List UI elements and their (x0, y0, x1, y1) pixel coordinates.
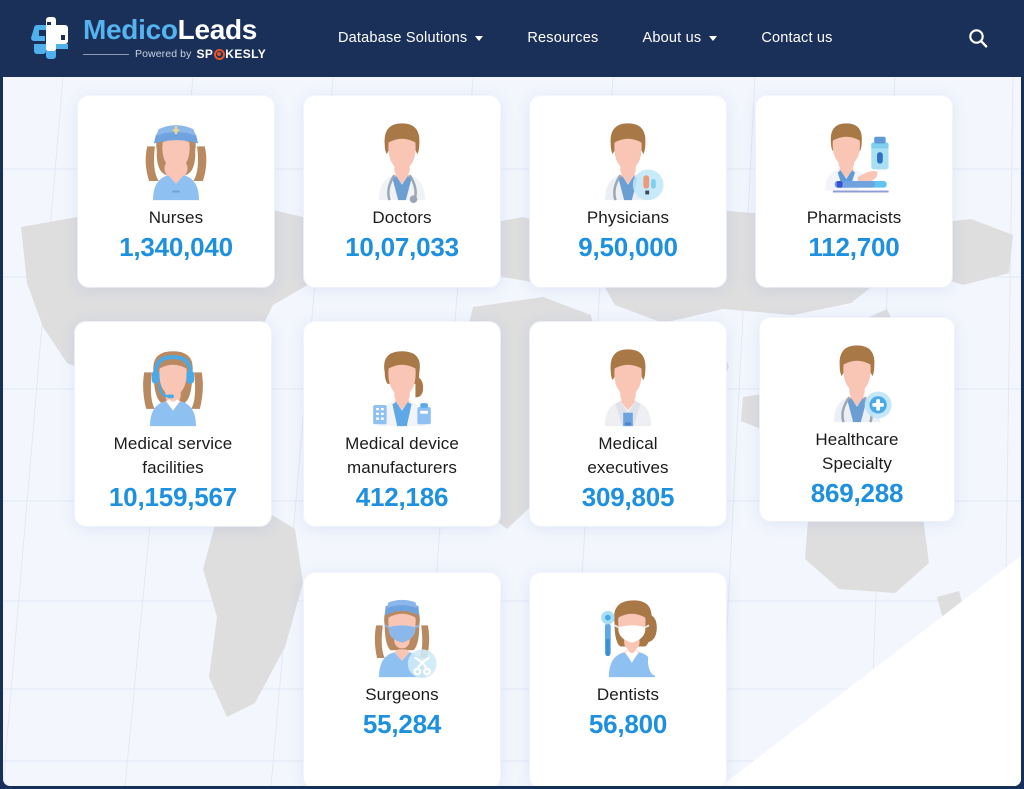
stat-card-value: 1,340,040 (119, 232, 233, 263)
logo-word-primary: Medico (83, 14, 178, 46)
stat-card-physicians[interactable]: Physicians 9,50,000 (530, 96, 726, 287)
chevron-down-icon (475, 35, 484, 41)
stat-card-doctors[interactable]: Doctors 10,07,033 (304, 96, 500, 287)
nav-label: Contact us (761, 30, 833, 46)
stat-card-medical-executives[interactable]: Medical executives 309,805 (530, 322, 726, 526)
stats-card-grid: Nurses 1,340,040 Doctors 10,07,033 Physi… (3, 77, 1021, 786)
stat-card-label: Medical executives (587, 434, 669, 478)
medical-service-agent-icon (143, 351, 203, 427)
stat-card-label: Surgeons (365, 685, 439, 704)
stat-card-medical-device-manufacturers[interactable]: Medical device manufacturers 412,186 (304, 322, 500, 526)
nav-label: Resources (527, 30, 599, 46)
stat-card-value: 55,284 (362, 709, 442, 740)
logo-tagline: Powered by SP KESLY (83, 47, 266, 61)
spokesly-brand-post: KESLY (225, 47, 267, 62)
medical-executive-icon (604, 349, 652, 427)
surgeon-avatar-icon (374, 599, 437, 679)
stat-card-value: 412,186 (355, 482, 449, 513)
page-root: MedicoLeads Powered by SP KESLY Database … (0, 0, 1024, 789)
logo-word-secondary: Leads (177, 14, 258, 46)
stat-card-label: Pharmacists (806, 208, 902, 227)
search-icon[interactable] (966, 26, 990, 50)
physician-avatar-icon (604, 123, 664, 201)
stat-card-surgeons[interactable]: Surgeons 55,284 (304, 573, 500, 786)
logo-wordmark: MedicoLeads (83, 15, 266, 44)
stat-card-label: Dentists (596, 685, 660, 704)
stat-card-label: Medical device manufacturers (345, 434, 459, 478)
chevron-down-icon (709, 35, 718, 41)
stat-card-value: 869,288 (810, 478, 904, 509)
stat-card-healthcare-specialty[interactable]: Healthcare Specialty 869,288 (760, 318, 954, 521)
stat-card-pharmacists[interactable]: Pharmacists 112,700 (756, 96, 952, 287)
logo-divider (83, 53, 129, 55)
stat-card-dentists[interactable]: Dentists 56,800 (530, 573, 726, 786)
stat-card-label: Healthcare Specialty (815, 430, 899, 474)
spokesly-brand: SP KESLY (196, 47, 266, 61)
nav-label: Database Solutions (338, 30, 468, 46)
nav-label: About us (642, 30, 702, 46)
stat-card-label: Physicians (586, 208, 670, 227)
spokesly-target-icon (213, 48, 225, 60)
stat-card-value: 309,805 (581, 482, 675, 513)
stat-card-value: 10,159,567 (108, 482, 238, 513)
site-header: MedicoLeads Powered by SP KESLY Database … (0, 0, 1024, 76)
stat-card-nurses[interactable]: Nurses 1,340,040 (78, 96, 274, 287)
logo-powered-by-text: Powered by (135, 48, 192, 61)
doctor-avatar-icon (378, 123, 426, 204)
nurse-avatar-icon (145, 125, 207, 201)
nav-item-database-solutions[interactable]: Database Solutions (338, 24, 484, 52)
healthcare-specialty-icon (833, 345, 892, 423)
nav-item-contact-us[interactable]: Contact us (761, 24, 832, 52)
medical-cross-icon (28, 14, 74, 62)
pharmacist-avatar-icon (825, 123, 889, 193)
content-canvas: Nurses 1,340,040 Doctors 10,07,033 Physi… (3, 77, 1021, 786)
stat-card-value: 56,800 (588, 709, 668, 740)
stat-card-label: Medical service facilities (113, 434, 233, 478)
stat-card-medical-service-facilities[interactable]: Medical service facilities 10,159,567 (75, 322, 271, 526)
stat-card-label: Doctors (372, 208, 432, 227)
stat-card-value: 112,700 (808, 232, 900, 263)
spokesly-brand-pre: SP (196, 47, 214, 62)
stat-card-value: 10,07,033 (345, 232, 459, 263)
stat-card-label: Nurses (148, 208, 204, 227)
main-nav: Database Solutions Resources About us Co… (338, 0, 833, 76)
nav-item-about-us[interactable]: About us (642, 24, 718, 52)
medical-device-maker-icon (373, 351, 431, 427)
stat-card-value: 9,50,000 (578, 232, 678, 263)
nav-item-resources[interactable]: Resources (527, 24, 598, 52)
logo[interactable]: MedicoLeads Powered by SP KESLY (28, 8, 266, 68)
dentist-avatar-icon (601, 600, 664, 678)
